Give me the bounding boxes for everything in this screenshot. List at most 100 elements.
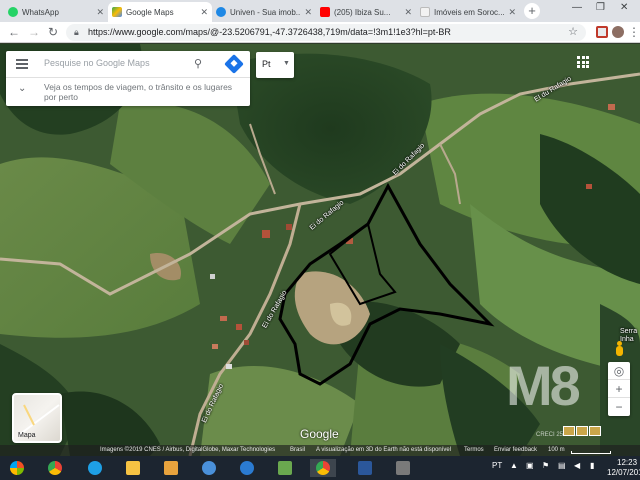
explore-suggestion[interactable]: ⌄ Veja os tempos de viagem, o trânsito e… xyxy=(6,79,250,106)
chevron-down-icon: ⌄ xyxy=(18,83,27,94)
imagery-thumbnails[interactable] xyxy=(562,426,601,436)
battery-icon[interactable]: ▮ xyxy=(590,461,594,470)
app-icon xyxy=(278,461,292,475)
suggestion-text: Veja os tempos de viagem, o trânsito e o… xyxy=(44,82,233,102)
taskbar-explorer[interactable] xyxy=(120,459,146,477)
forward-arrow-icon[interactable]: → xyxy=(28,25,40,39)
taskbar-ie[interactable] xyxy=(82,459,108,477)
scale-bar xyxy=(571,451,611,454)
close-tab-icon[interactable]: ✕ xyxy=(508,7,516,18)
language-select[interactable]: Pt ▼ xyxy=(256,52,294,78)
zoom-in-button[interactable]: + xyxy=(608,380,630,398)
taskbar-app-4[interactable] xyxy=(390,459,416,477)
chrome-icon xyxy=(316,461,330,475)
maximize-icon[interactable]: ❐ xyxy=(596,2,605,13)
map-layer-toggle[interactable]: Mapa xyxy=(12,393,62,443)
google-logo: Google xyxy=(300,427,339,441)
tab-label: Google Maps xyxy=(126,7,174,17)
url-text: https://www.google.com/maps/@-23.5206791… xyxy=(88,27,451,37)
country-label: Brasil xyxy=(290,447,306,453)
search-input[interactable]: Pesquise no Google Maps xyxy=(44,58,184,68)
tab-label: Imóveis em Soroc... xyxy=(434,7,505,17)
tab-whatsapp[interactable]: WhatsApp ✕ xyxy=(4,2,108,22)
tab-label: (205) Ibiza Su... xyxy=(334,7,391,17)
tab-univen[interactable]: Univen - Sua imob... ✕ xyxy=(212,2,316,22)
clock-date: 12/07/2019 xyxy=(607,468,640,477)
close-tab-icon[interactable]: ✕ xyxy=(96,7,104,18)
tray-arrow-icon[interactable]: ▲ xyxy=(510,461,518,470)
system-clock[interactable]: 12:23 12/07/2019 xyxy=(607,458,640,478)
univen-icon xyxy=(216,7,226,17)
photos-icon xyxy=(164,461,178,475)
satellite-map[interactable]: Pesquise no Google Maps ⚲ ⌄ Veja os temp… xyxy=(0,44,640,456)
zoom-out-button[interactable]: − xyxy=(608,398,630,416)
minimize-icon[interactable]: — xyxy=(572,2,582,13)
chrome-icon xyxy=(48,461,62,475)
3d-notice: A visualização em 3D do Earth não está d… xyxy=(316,447,452,453)
close-tab-icon[interactable]: ✕ xyxy=(304,7,312,18)
apps-grid-icon[interactable] xyxy=(577,56,589,68)
flag-icon[interactable]: ⚑ xyxy=(542,461,549,470)
scale-label[interactable]: 100 m xyxy=(548,447,565,453)
internet-explorer-icon xyxy=(88,461,102,475)
lock-icon: 🔒︎ xyxy=(74,27,79,37)
profile-avatar[interactable] xyxy=(612,26,624,38)
youtube-icon xyxy=(320,7,330,17)
app-icon xyxy=(240,461,254,475)
close-window-icon[interactable]: ✕ xyxy=(620,2,628,13)
folder-icon xyxy=(126,461,140,475)
clock-time: 12:23 xyxy=(617,458,638,467)
tab-imoveis[interactable]: Imóveis em Soroc... ✕ xyxy=(416,2,520,22)
search-row: Pesquise no Google Maps ⚲ xyxy=(6,51,250,78)
taskbar-word[interactable] xyxy=(352,459,378,477)
volume-icon[interactable]: ◀ xyxy=(574,461,580,470)
back-arrow-icon[interactable]: ← xyxy=(8,25,20,39)
close-tab-icon[interactable]: ✕ xyxy=(404,7,412,18)
bookmark-star-icon[interactable]: ☆ xyxy=(568,25,578,38)
start-button[interactable] xyxy=(4,459,30,477)
taskbar-app[interactable] xyxy=(196,459,222,477)
my-location-icon[interactable]: ◎ xyxy=(608,362,630,380)
whatsapp-icon xyxy=(8,7,18,17)
terms-link[interactable]: Termos xyxy=(464,447,484,453)
close-tab-icon[interactable]: ✕ xyxy=(200,7,208,18)
maps-search-panel: Pesquise no Google Maps ⚲ ⌄ Veja os temp… xyxy=(6,51,250,106)
map-footer: Imagens ©2019 CNES / Airbus, DigitalGlob… xyxy=(0,445,640,456)
taskbar-photos[interactable] xyxy=(158,459,184,477)
word-icon xyxy=(358,461,372,475)
address-bar: ← → ↻ 🔒︎ https://www.google.com/maps/@-2… xyxy=(0,22,640,43)
taskbar-chrome[interactable] xyxy=(42,459,68,477)
new-tab-button[interactable]: + xyxy=(524,3,540,19)
language-indicator[interactable]: PT xyxy=(492,461,502,470)
m8-watermark: M8 xyxy=(506,354,581,417)
thumbnail[interactable] xyxy=(563,426,575,436)
thumbnail[interactable] xyxy=(589,426,601,436)
app-icon xyxy=(202,461,216,475)
browser-tab-bar: WhatsApp ✕ Google Maps ✕ Univen - Sua im… xyxy=(0,0,640,22)
page-icon xyxy=(420,7,430,17)
thumbnail[interactable] xyxy=(576,426,588,436)
search-icon[interactable]: ⚲ xyxy=(194,57,202,70)
tab-youtube[interactable]: (205) Ibiza Su... ✕ xyxy=(316,2,416,22)
layer-label: Mapa xyxy=(18,432,36,439)
dropdown-arrow-icon: ▼ xyxy=(283,60,290,67)
pegman-icon[interactable] xyxy=(614,341,624,357)
menu-dots-icon[interactable]: ⋮ xyxy=(628,25,640,39)
feedback-link[interactable]: Enviar feedback xyxy=(494,447,537,453)
windows-logo-icon xyxy=(10,461,24,475)
app-icon xyxy=(396,461,410,475)
menu-icon[interactable] xyxy=(16,59,28,71)
taskbar-chrome-active[interactable] xyxy=(310,459,336,477)
tray-icon[interactable]: ▣ xyxy=(526,461,534,470)
network-icon[interactable]: ▤ xyxy=(558,461,566,470)
tab-google-maps[interactable]: Google Maps ✕ xyxy=(108,2,212,22)
taskbar-app-2[interactable] xyxy=(234,459,260,477)
reload-icon[interactable]: ↻ xyxy=(48,25,58,39)
taskbar-app-3[interactable] xyxy=(272,459,298,477)
directions-icon[interactable] xyxy=(224,54,244,74)
extension-icon[interactable] xyxy=(596,26,608,38)
url-field[interactable]: 🔒︎ https://www.google.com/maps/@-23.5206… xyxy=(66,24,586,41)
map-controls: ◎ + − xyxy=(608,362,630,416)
imagery-credit: Imagens ©2019 CNES / Airbus, DigitalGlob… xyxy=(100,447,276,453)
language-value: Pt xyxy=(262,59,271,69)
